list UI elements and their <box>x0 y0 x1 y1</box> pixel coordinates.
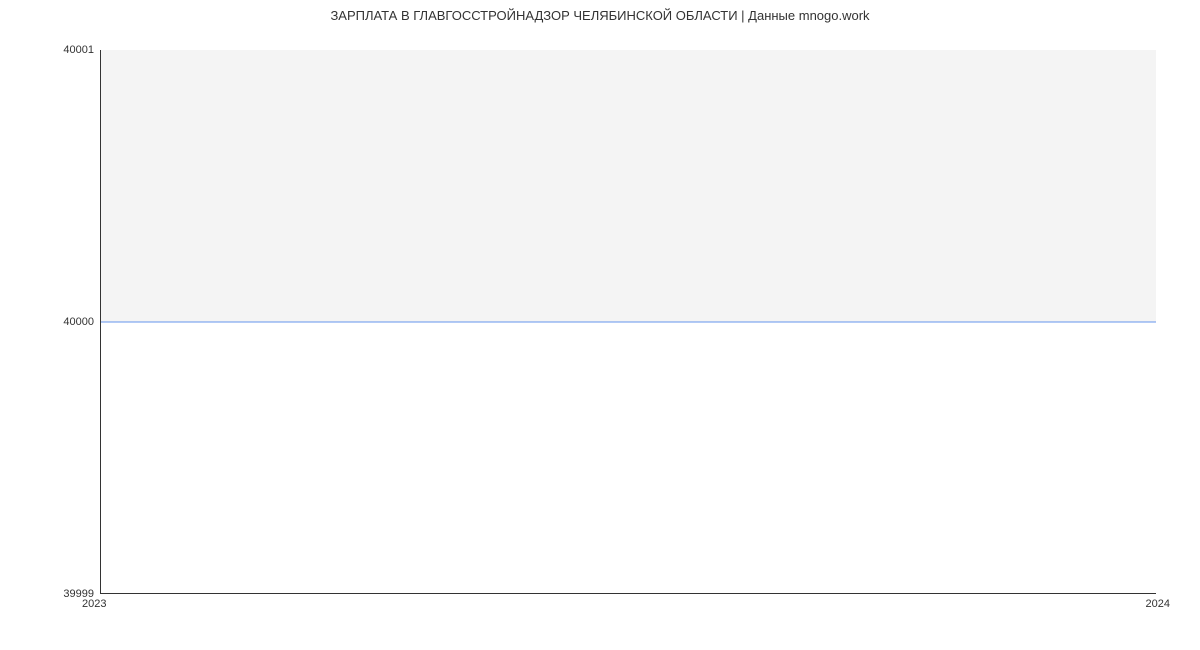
plot-bg-upper <box>101 50 1156 322</box>
y-tick-mid: 40000 <box>63 316 94 328</box>
chart-title: ЗАРПЛАТА В ГЛАВГОССТРОЙНАДЗОР ЧЕЛЯБИНСКО… <box>0 8 1200 23</box>
x-tick-right: 2024 <box>1146 598 1170 610</box>
y-tick-top: 40001 <box>63 44 94 56</box>
plot-bg-lower <box>101 322 1156 594</box>
data-line <box>101 321 1156 322</box>
x-tick-left: 2023 <box>82 598 106 610</box>
plot-area <box>100 50 1156 594</box>
